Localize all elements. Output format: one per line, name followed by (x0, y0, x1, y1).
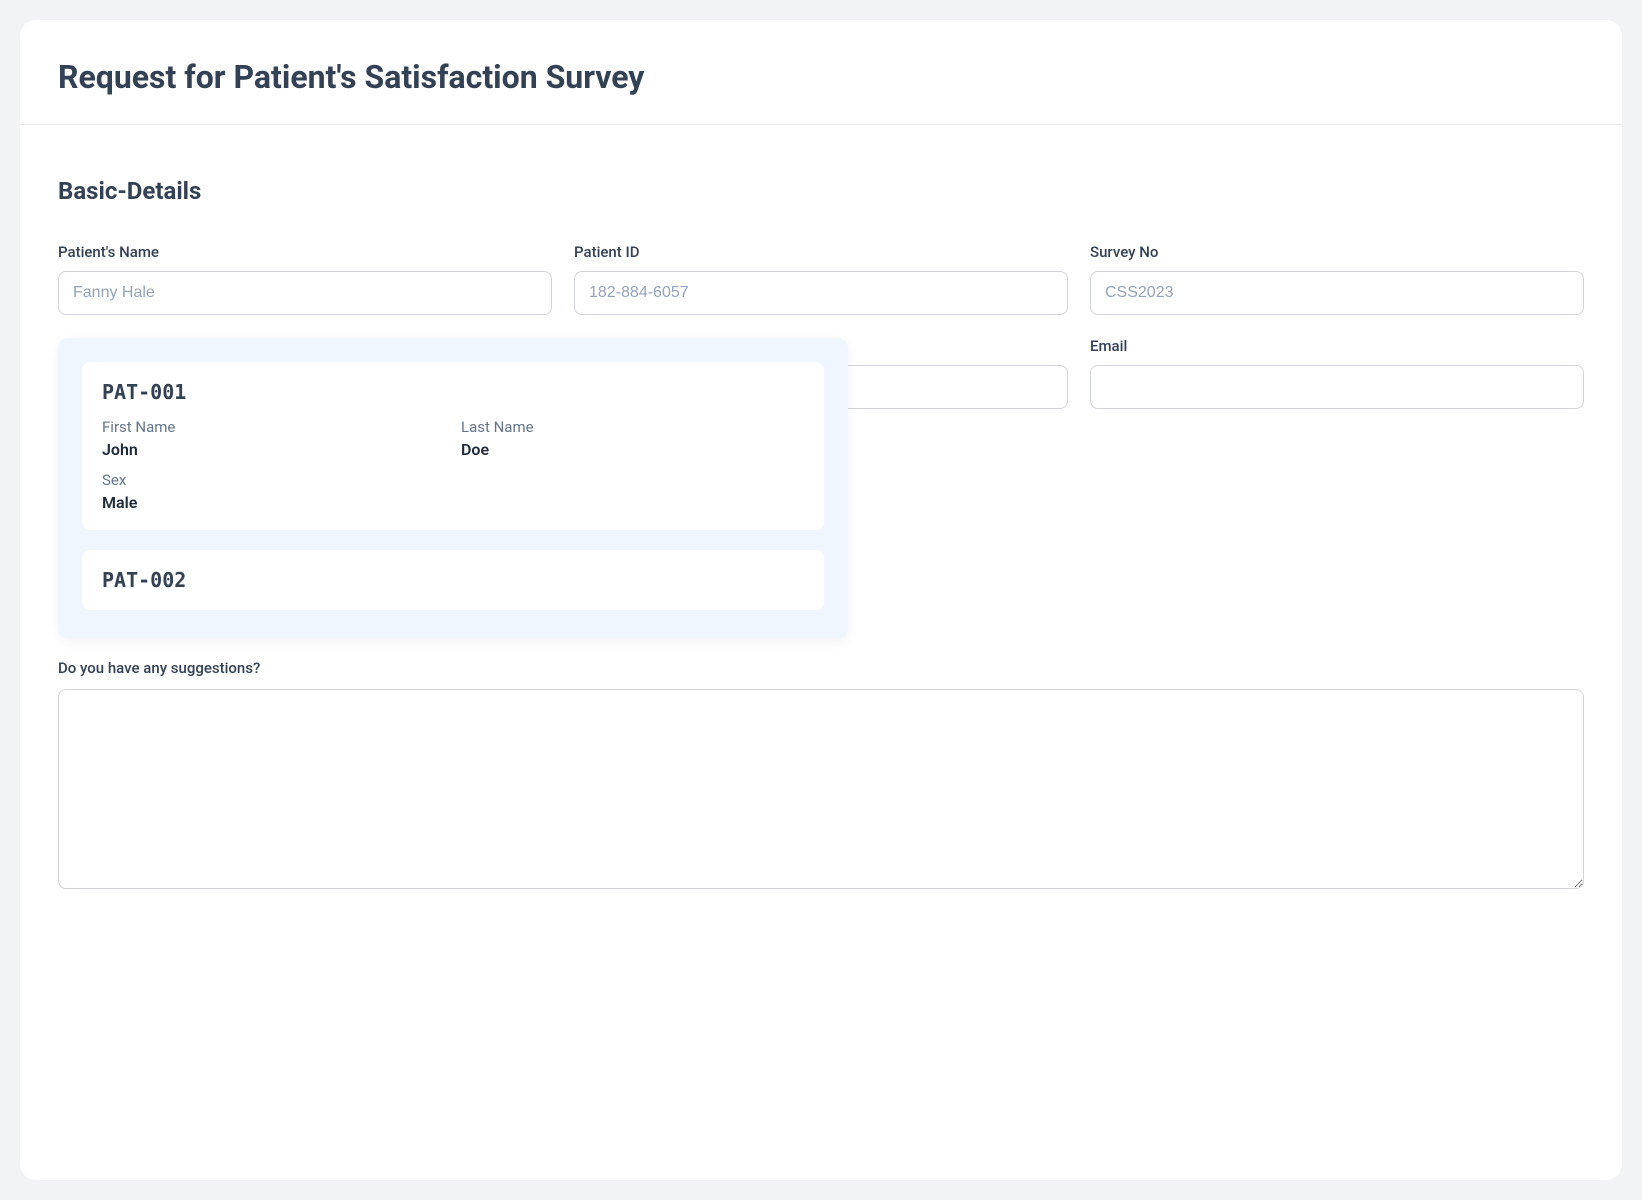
email-label: Email (1090, 337, 1584, 355)
option-field-label: Sex (102, 471, 445, 489)
autocomplete-dropdown: PAT-001 First Name John Last Name Doe Se… (58, 338, 848, 638)
patient-id-label: Patient ID (574, 243, 1068, 261)
option-field: Sex Male (102, 471, 445, 512)
section-title: Basic-Details (58, 177, 1584, 205)
patient-id-group: Patient ID (574, 243, 1068, 315)
page-header: Request for Patient's Satisfaction Surve… (20, 20, 1622, 125)
option-id: PAT-001 (102, 380, 804, 404)
survey-no-group: Survey No (1090, 243, 1584, 315)
patient-id-input[interactable] (574, 271, 1068, 315)
option-field-label: First Name (102, 418, 445, 436)
option-id: PAT-002 (102, 568, 804, 592)
form-content: Basic-Details Patient's Name Patient ID … (20, 125, 1622, 931)
email-group: Email (1090, 337, 1584, 409)
option-field: First Name John (102, 418, 445, 459)
page-container: Request for Patient's Satisfaction Surve… (20, 20, 1622, 1180)
dropdown-scroll-area[interactable]: PAT-001 First Name John Last Name Doe Se… (82, 362, 824, 620)
suggestions-textarea[interactable] (58, 689, 1584, 889)
patient-name-label: Patient's Name (58, 243, 552, 261)
dropdown-option[interactable]: PAT-002 (82, 550, 824, 610)
option-field: Last Name Doe (461, 418, 804, 459)
email-input[interactable] (1090, 365, 1584, 409)
page-title: Request for Patient's Satisfaction Surve… (58, 58, 1584, 96)
option-field-label: Last Name (461, 418, 804, 436)
dropdown-option[interactable]: PAT-001 First Name John Last Name Doe Se… (82, 362, 824, 530)
option-field-value: Doe (461, 440, 804, 459)
option-field-value: Male (102, 493, 445, 512)
suggestions-label: Do you have any suggestions? (58, 659, 1584, 677)
option-fields: First Name John Last Name Doe Sex Male (102, 418, 804, 512)
form-row-1: Patient's Name Patient ID Survey No (58, 243, 1584, 315)
survey-no-label: Survey No (1090, 243, 1584, 261)
patient-name-input[interactable] (58, 271, 552, 315)
patient-name-group: Patient's Name (58, 243, 552, 315)
option-field-value: John (102, 440, 445, 459)
suggestions-group: Do you have any suggestions? (58, 659, 1584, 893)
survey-no-input[interactable] (1090, 271, 1584, 315)
